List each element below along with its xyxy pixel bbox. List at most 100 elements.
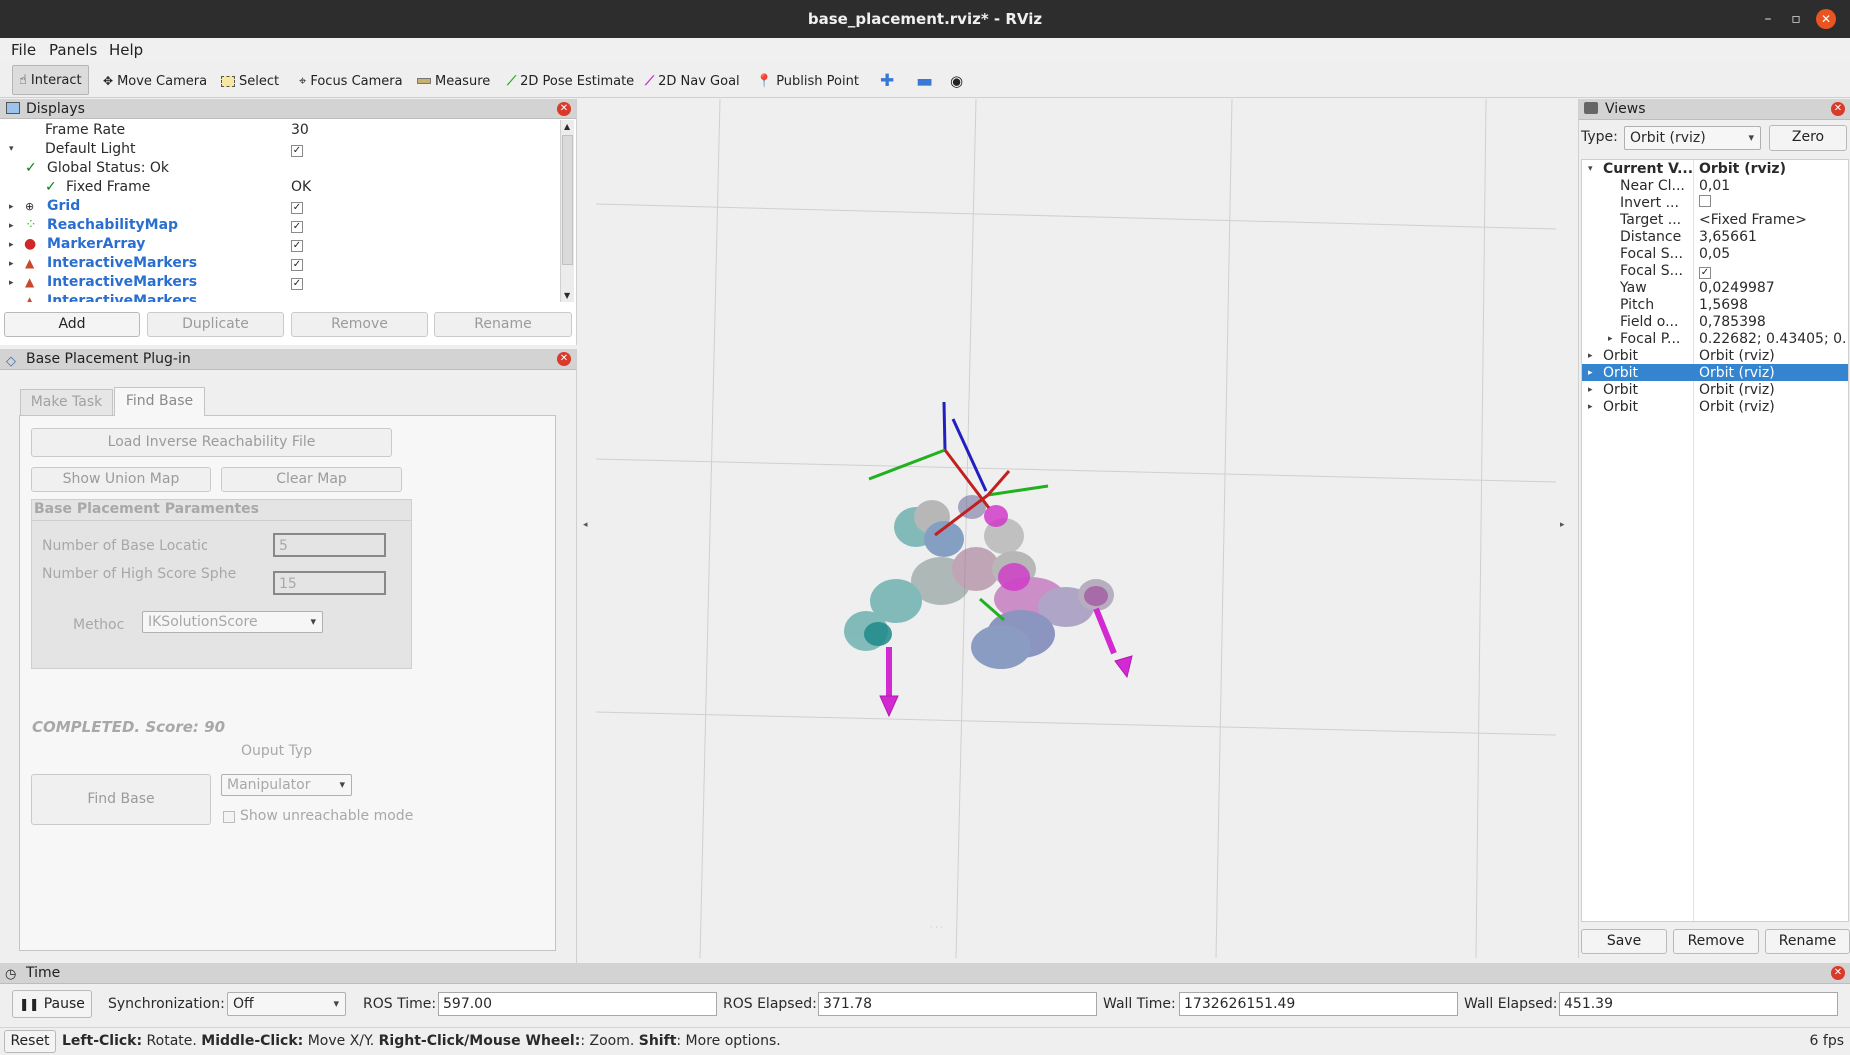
rename-view-button[interactable]: Rename [1765, 929, 1850, 954]
splitter-grip-icon[interactable]: · · · [930, 923, 943, 932]
displays-scrollbar[interactable]: ▲ ▼ [560, 120, 574, 302]
load-inverse-reachability-button[interactable]: Load Inverse Reachability File [31, 428, 392, 457]
display-marker-array[interactable]: MarkerArray [47, 235, 145, 254]
show-union-map-button[interactable]: Show Union Map [31, 467, 211, 492]
expand-arrow-icon[interactable]: ▸ [1588, 402, 1593, 412]
window-titlebar: base_placement.rviz* - RViz – ▫ ✕ [0, 0, 1850, 38]
display-interactive-markers[interactable]: InteractiveMarkers [47, 254, 197, 273]
collapse-left-icon[interactable]: ◂ [583, 520, 588, 530]
expand-arrow-icon[interactable]: ▸ [1588, 385, 1593, 395]
scroll-up-icon[interactable]: ▲ [564, 122, 570, 131]
pose-estimate-tool[interactable]: ⟋ 2D Pose Estimate [507, 70, 634, 92]
views-header: Views ✕ [1579, 99, 1850, 120]
ruler-icon [417, 78, 431, 84]
ros-elapsed-field[interactable]: 371.78 [818, 992, 1097, 1016]
tab-make-task[interactable]: Make Task [20, 389, 113, 415]
move-camera-tool[interactable]: ✥ Move Camera [103, 70, 207, 92]
expand-arrow-icon[interactable]: ▸ [9, 240, 14, 250]
ros-time-field[interactable]: 597.00 [438, 992, 717, 1016]
zero-button[interactable]: Zero [1769, 125, 1847, 151]
maximize-button[interactable]: ▫ [1786, 9, 1806, 29]
menu-bar: File Panels Help [0, 38, 1850, 62]
show-unreachable-checkbox[interactable] [223, 811, 235, 823]
close-window-button[interactable]: ✕ [1816, 9, 1836, 29]
marker-array-checkbox[interactable]: ✓ [291, 235, 303, 254]
close-time-button[interactable]: ✕ [1831, 966, 1845, 980]
scrollbar-thumb[interactable] [562, 135, 573, 265]
render-view[interactable]: · · · [596, 99, 1556, 958]
render-canvas[interactable] [596, 99, 1556, 958]
interactive-markers-checkbox[interactable]: ✓ [291, 254, 303, 273]
expand-arrow-icon[interactable]: ▸ [9, 259, 14, 269]
hint-more: : More options. [676, 1033, 781, 1049]
output-type-select[interactable]: Manipulator [221, 774, 352, 796]
num-base-input[interactable]: 5 [273, 533, 386, 557]
expand-arrow-icon[interactable]: ▸ [9, 278, 14, 288]
menu-panels[interactable]: Panels [49, 41, 97, 59]
clear-map-button[interactable]: Clear Map [221, 467, 402, 492]
measure-tool[interactable]: Measure [417, 70, 490, 92]
menu-file[interactable]: File [11, 41, 36, 59]
reset-button[interactable]: Reset [4, 1030, 56, 1053]
focus-camera-tool[interactable]: ⌖ Focus Camera [299, 70, 403, 92]
ros-time-label: ROS Time: [363, 996, 437, 1012]
collapse-arrow-icon[interactable]: ▾ [9, 144, 14, 154]
remove-view-button[interactable]: Remove [1673, 929, 1759, 954]
remove-tool-button[interactable]: ▬ [916, 70, 933, 92]
display-grid[interactable]: Grid [47, 197, 80, 216]
close-plugin-button[interactable]: ✕ [557, 352, 571, 366]
camera-icon [1584, 102, 1598, 114]
move-camera-label: Move Camera [117, 73, 208, 89]
expand-arrow-icon[interactable]: ▸ [1588, 368, 1593, 378]
expand-arrow-icon[interactable]: ▸ [1608, 334, 1613, 344]
scroll-down-icon[interactable]: ▼ [564, 291, 570, 300]
select-tool[interactable]: Select [221, 70, 279, 92]
wall-time-field[interactable]: 1732626151.49 [1179, 992, 1458, 1016]
display-reachability-map[interactable]: ReachabilityMap [47, 216, 178, 235]
display-interactive-markers[interactable]: InteractiveMarkers [47, 292, 197, 302]
nav-goal-tool[interactable]: ⟋ 2D Nav Goal [645, 70, 740, 92]
sync-select[interactable]: Off [227, 992, 346, 1016]
method-select[interactable]: IKSolutionScore [142, 611, 323, 633]
saved-view-label[interactable]: Orbit [1603, 398, 1638, 417]
expand-arrow-icon[interactable]: ▸ [1588, 351, 1593, 361]
collapse-right-icon[interactable]: ▸ [1560, 520, 1565, 530]
tool-bar: ☝ Interact ✥ Move Camera Select ⌖ Focus … [0, 62, 1850, 98]
display-interactive-markers[interactable]: InteractiveMarkers [47, 273, 197, 292]
view-tool-button[interactable]: ◉ [950, 70, 963, 92]
pause-button[interactable]: ❚❚ Pause [12, 990, 92, 1018]
minimize-button[interactable]: – [1758, 9, 1778, 29]
menu-help[interactable]: Help [109, 41, 143, 59]
saved-view-value[interactable]: Orbit (rviz) [1699, 398, 1775, 417]
rename-display-button[interactable]: Rename [434, 312, 572, 337]
add-tool-button[interactable]: ✚ [880, 70, 894, 92]
grid-checkbox[interactable]: ✓ [291, 197, 303, 216]
close-views-button[interactable]: ✕ [1831, 102, 1845, 116]
num-high-input[interactable]: 15 [273, 571, 386, 595]
save-view-button[interactable]: Save [1581, 929, 1667, 954]
wall-time-label: Wall Time: [1103, 996, 1176, 1012]
add-display-button[interactable]: Add [4, 312, 140, 337]
interact-tool[interactable]: ☝ Interact [12, 65, 89, 95]
wall-elapsed-field[interactable]: 451.39 [1559, 992, 1838, 1016]
expand-arrow-icon[interactable]: ▸ [9, 221, 14, 231]
find-base-tab-content: Load Inverse Reachability File Show Unio… [19, 415, 556, 951]
find-base-button[interactable]: Find Base [31, 774, 211, 825]
output-type-label: Ouput Typ [241, 743, 313, 759]
robot-model[interactable] [844, 495, 1114, 669]
duplicate-display-button[interactable]: Duplicate [147, 312, 284, 337]
expand-arrow-icon[interactable]: ▸ [9, 202, 14, 212]
reachability-checkbox[interactable]: ✓ [291, 216, 303, 235]
window-title: base_placement.rviz* - RViz [807, 10, 1043, 28]
plugin-header: ◇ Base Placement Plug-in ✕ [0, 349, 576, 370]
displays-title: Displays [26, 101, 85, 117]
tab-find-base[interactable]: Find Base [114, 387, 205, 416]
interactive-markers-checkbox[interactable]: ✓ [291, 273, 303, 292]
close-displays-button[interactable]: ✕ [557, 102, 571, 116]
publish-point-tool[interactable]: 📍 Publish Point [756, 70, 859, 92]
collapse-arrow-icon[interactable]: ▾ [1588, 164, 1593, 174]
default-light-checkbox[interactable]: ✓ [291, 140, 303, 159]
view-type-select[interactable]: Orbit (rviz) [1624, 126, 1761, 150]
frame-rate-value[interactable]: 30 [291, 121, 309, 140]
remove-display-button[interactable]: Remove [291, 312, 428, 337]
